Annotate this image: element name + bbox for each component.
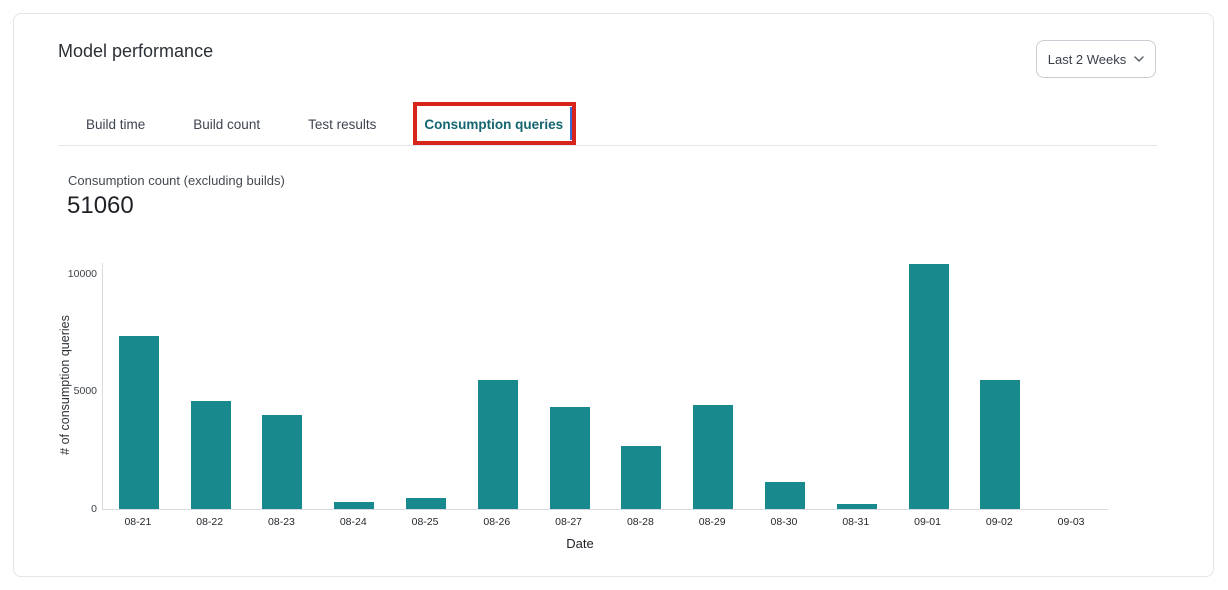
x-tick-08-27: 08-27	[555, 516, 582, 528]
x-tick-08-23: 08-23	[268, 516, 295, 528]
chevron-down-icon	[1134, 56, 1144, 62]
x-tick-08-31: 08-31	[842, 516, 869, 528]
x-tick-08-25: 08-25	[412, 516, 439, 528]
x-tick-08-26: 08-26	[483, 516, 510, 528]
metric-label: Consumption count (excluding builds)	[68, 173, 285, 188]
bar-08-22	[191, 401, 231, 509]
plot-area	[102, 263, 1108, 510]
metric-value: 51060	[67, 192, 134, 220]
y-tick-5000: 5000	[74, 385, 97, 398]
bar-08-25	[406, 498, 446, 509]
time-range-value: Last 2 Weeks	[1048, 52, 1127, 67]
tab-bar: Build time Build count Test results Cons…	[86, 116, 563, 133]
x-tick-08-24: 08-24	[340, 516, 367, 528]
x-tick-09-02: 09-02	[986, 516, 1013, 528]
bar-08-27	[550, 407, 590, 509]
bar-08-21	[119, 336, 159, 509]
time-range-dropdown[interactable]: Last 2 Weeks	[1036, 40, 1156, 78]
x-tick-09-01: 09-01	[914, 516, 941, 528]
bar-08-30	[765, 482, 805, 509]
highlight-box-blue-edge	[570, 107, 572, 140]
bar-09-01	[909, 264, 949, 509]
bar-08-29	[693, 405, 733, 509]
y-axis-ticks: 0500010000	[54, 263, 97, 509]
tab-consumption-queries[interactable]: Consumption queries	[424, 116, 563, 133]
x-tick-08-21: 08-21	[124, 516, 151, 528]
bar-08-23	[262, 415, 302, 509]
tabs-divider	[58, 145, 1157, 146]
bar-08-24	[334, 502, 374, 509]
x-tick-08-30: 08-30	[771, 516, 798, 528]
tab-build-time[interactable]: Build time	[86, 116, 145, 133]
x-tick-08-29: 08-29	[699, 516, 726, 528]
bar-09-02	[980, 380, 1020, 509]
tab-consumption-queries-label: Consumption queries	[424, 117, 563, 132]
x-tick-09-03: 09-03	[1058, 516, 1085, 528]
x-tick-08-22: 08-22	[196, 516, 223, 528]
bar-08-31	[837, 504, 877, 509]
x-tick-08-28: 08-28	[627, 516, 654, 528]
tab-build-count[interactable]: Build count	[193, 116, 260, 133]
y-tick-0: 0	[91, 503, 97, 516]
x-axis-label: Date	[566, 536, 593, 551]
tab-test-results[interactable]: Test results	[308, 116, 376, 133]
page-title: Model performance	[58, 41, 213, 62]
bar-08-28	[621, 446, 661, 509]
bar-08-26	[478, 380, 518, 509]
y-tick-10000: 10000	[68, 268, 97, 281]
model-performance-card: Model performance Last 2 Weeks Build tim…	[13, 13, 1214, 577]
